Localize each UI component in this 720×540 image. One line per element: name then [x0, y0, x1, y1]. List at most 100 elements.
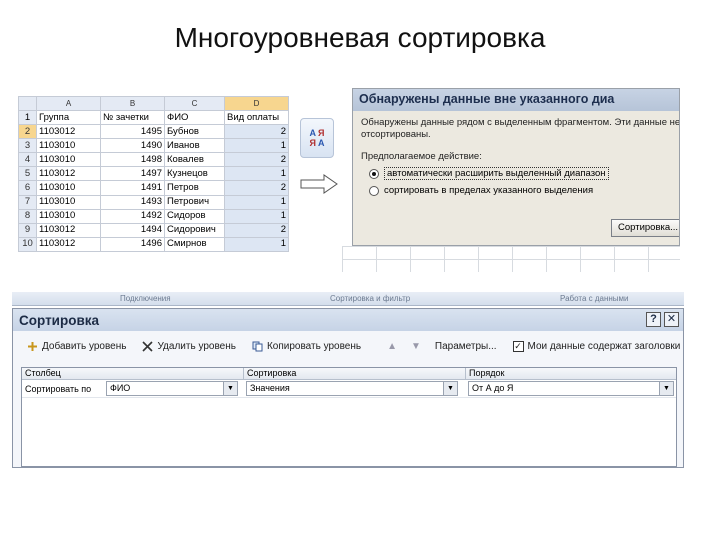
col-header-b[interactable]: B: [100, 95, 165, 112]
header-checkbox[interactable]: ✓ Мои данные содержат заголовки: [512, 340, 681, 352]
row-number[interactable]: 8: [18, 208, 37, 224]
close-button[interactable]: ✕: [664, 312, 679, 327]
cell-name[interactable]: Петрович: [164, 194, 225, 210]
cell-group[interactable]: 1103010: [36, 138, 101, 154]
delete-level-icon: [142, 340, 154, 352]
ribbon-group-connections[interactable]: Подключения: [120, 294, 171, 303]
row-number[interactable]: 9: [18, 222, 37, 238]
slide-title: Многоуровневая сортировка: [174, 22, 546, 53]
table-row[interactable]: 5 1103012 1497 Кузнецов 1: [18, 166, 289, 182]
column-select[interactable]: ФИО ▼: [106, 381, 238, 396]
cell-name[interactable]: Сидорович: [164, 222, 225, 238]
sort-level-row[interactable]: Сортировать по ФИО ▼ Значения ▼ От А до …: [22, 380, 676, 398]
ribbon-group-data-tools[interactable]: Работа с данными: [560, 294, 629, 303]
options-button[interactable]: Параметры...: [435, 341, 497, 352]
table-row[interactable]: 8 1103010 1492 Сидоров 1: [18, 208, 289, 224]
corner-cell[interactable]: [18, 95, 37, 112]
sort-button[interactable]: АЯ ЯА: [300, 118, 334, 158]
cell-pay[interactable]: 1: [224, 236, 289, 253]
radio-empty-icon[interactable]: [369, 185, 379, 196]
table-row[interactable]: 6 1103010 1491 Петров 2: [18, 180, 289, 196]
cell-group[interactable]: 1103012: [36, 124, 101, 140]
cell-pay[interactable]: 1: [224, 194, 289, 210]
help-button[interactable]: ?: [646, 312, 661, 327]
right-arrow-icon: [300, 174, 338, 194]
order-select[interactable]: От А до Я ▼: [468, 381, 674, 396]
cell-name[interactable]: Ковалев: [164, 152, 225, 168]
copy-level-button[interactable]: Копировать уровень: [252, 341, 361, 352]
cell-group[interactable]: 1103010: [36, 152, 101, 168]
cell-id[interactable]: 1492: [100, 208, 165, 224]
cell-id[interactable]: 1497: [100, 166, 165, 182]
row-number[interactable]: 10: [18, 236, 37, 253]
cell-name[interactable]: Бубнов: [164, 124, 225, 140]
radio-expand-label[interactable]: автоматически расширить выделенный диапа…: [384, 167, 609, 180]
table-row[interactable]: 4 1103010 1498 Ковалев 2: [18, 152, 289, 168]
cell-header-name[interactable]: ФИО: [164, 110, 225, 126]
row-number[interactable]: 6: [18, 180, 37, 196]
cell-header-group[interactable]: Группа: [36, 110, 101, 126]
cell-group[interactable]: 1103010: [36, 208, 101, 224]
cell-name[interactable]: Иванов: [164, 138, 225, 154]
cell-name[interactable]: Смирнов: [164, 236, 225, 253]
table-row[interactable]: 7 1103010 1493 Петрович 1: [18, 194, 289, 210]
table-row[interactable]: 10 1103012 1496 Смирнов 1: [18, 236, 289, 253]
cell-group[interactable]: 1103012: [36, 236, 101, 253]
copy-level-label: Копировать уровень: [266, 340, 362, 352]
cell-pay[interactable]: 2: [224, 124, 289, 140]
cell-id[interactable]: 1490: [100, 138, 165, 154]
cell-name[interactable]: Сидоров: [164, 208, 225, 224]
col-header-a[interactable]: A: [36, 95, 101, 112]
chevron-down-icon[interactable]: ▼: [443, 382, 457, 395]
row-number[interactable]: 3: [18, 138, 37, 154]
cell-pay[interactable]: 2: [224, 152, 289, 168]
table-row[interactable]: 3 1103010 1490 Иванов 1: [18, 138, 289, 154]
cell-id[interactable]: 1493: [100, 194, 165, 210]
row-number[interactable]: 7: [18, 194, 37, 210]
table-row[interactable]: 2 1103012 1495 Бубнов 2: [18, 124, 289, 140]
col-header-c[interactable]: C: [164, 95, 225, 112]
cell-id[interactable]: 1494: [100, 222, 165, 238]
chevron-down-icon[interactable]: ▼: [223, 382, 237, 395]
cell-name[interactable]: Петров: [164, 180, 225, 196]
cell-header-id[interactable]: № зачетки: [100, 110, 165, 126]
radio-selected-icon[interactable]: [369, 168, 379, 179]
cell-group[interactable]: 1103010: [36, 194, 101, 210]
cell-group[interactable]: 1103012: [36, 166, 101, 182]
radio-within-selection[interactable]: сортировать в пределах указанного выделе…: [353, 180, 679, 196]
cell-id[interactable]: 1491: [100, 180, 165, 196]
row-number[interactable]: 1: [18, 110, 37, 126]
cell-id[interactable]: 1495: [100, 124, 165, 140]
cell-pay[interactable]: 1: [224, 208, 289, 224]
sort-dialog-open-button[interactable]: Сортировка...: [611, 219, 679, 237]
sort-on-select[interactable]: Значения ▼: [246, 381, 458, 396]
col-header-d[interactable]: D: [224, 95, 289, 112]
radio-expand-selection[interactable]: автоматически расширить выделенный диапа…: [353, 162, 679, 180]
warning-title: Обнаружены данные вне указанного диа: [353, 89, 679, 111]
cell-id[interactable]: 1498: [100, 152, 165, 168]
cell-group[interactable]: 1103012: [36, 222, 101, 238]
cell-id[interactable]: 1496: [100, 236, 165, 253]
cell-group[interactable]: 1103010: [36, 180, 101, 196]
warning-dialog: Обнаружены данные вне указанного диа Обн…: [352, 88, 680, 246]
cell-name[interactable]: Кузнецов: [164, 166, 225, 182]
table-row[interactable]: 9 1103012 1494 Сидорович 2: [18, 222, 289, 238]
cell-pay[interactable]: 1: [224, 166, 289, 182]
move-up-icon[interactable]: ▲: [387, 341, 397, 352]
row-number[interactable]: 4: [18, 152, 37, 168]
radio-within-label[interactable]: сортировать в пределах указанного выделе…: [384, 185, 593, 196]
delete-level-button[interactable]: Удалить уровень: [142, 340, 236, 352]
cell-pay[interactable]: 1: [224, 138, 289, 154]
sort-by-label: Сортировать по: [25, 383, 92, 394]
move-down-icon[interactable]: ▼: [411, 341, 421, 352]
chevron-down-icon[interactable]: ▼: [659, 382, 673, 395]
row-number[interactable]: 2: [18, 124, 37, 140]
checkbox-checked-icon[interactable]: ✓: [512, 340, 524, 352]
cell-pay[interactable]: 2: [224, 222, 289, 238]
cell-pay[interactable]: 2: [224, 180, 289, 196]
row-number[interactable]: 5: [18, 166, 37, 182]
add-level-button[interactable]: Добавить уровень: [27, 341, 126, 352]
header-checkbox-label: Мои данные содержат заголовки: [527, 340, 681, 352]
cell-header-pay[interactable]: Вид оплаты: [224, 110, 289, 126]
ribbon-group-sort-filter[interactable]: Сортировка и фильтр: [330, 294, 410, 303]
